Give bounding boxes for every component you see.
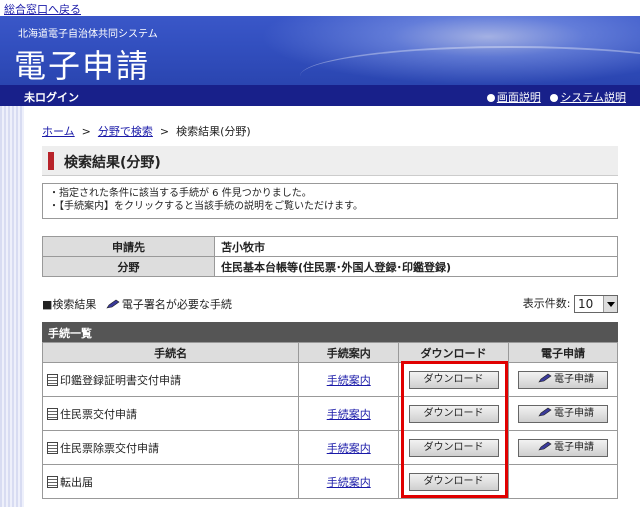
column-header-name: 手続名 <box>41 342 300 363</box>
procedure-table: 手続名 手続案内 ダウンロード 電子申請 印鑑登録証明書交付申請 手続案内 ダウ… <box>41 342 618 499</box>
apply-button[interactable]: 電子申請 <box>518 370 608 389</box>
chevron-down-icon[interactable] <box>603 296 617 312</box>
field-value: 住民基本台帳等(住民票･外国人登録･印鑑登録) <box>214 256 618 277</box>
per-page-control: 表示件数: 10 <box>523 295 618 313</box>
back-to-portal-link[interactable]: 総合窓口へ戻る <box>4 1 81 17</box>
procedure-guide-link[interactable]: 手続案内 <box>327 476 371 489</box>
bullet-icon <box>550 94 559 102</box>
column-header-guide: 手続案内 <box>298 342 400 363</box>
screen-help-link[interactable]: 画面説明 <box>497 91 541 104</box>
signature-pen-icon <box>538 441 552 450</box>
document-icon <box>47 373 58 386</box>
procedure-name: 転出届 <box>60 475 93 489</box>
apply-cell-empty <box>508 464 618 499</box>
help-links: 画面説明 システム説明 <box>481 89 626 105</box>
table-row: 印鑑登録証明書交付申請 手続案内 ダウンロード 電子申請 <box>41 362 618 397</box>
apply-button-label: 電子申請 <box>554 441 594 453</box>
signature-pen-icon <box>538 407 552 416</box>
column-header-apply: 電子申請 <box>508 342 618 363</box>
signature-pen-icon <box>106 299 120 309</box>
per-page-label: 表示件数: <box>522 297 571 310</box>
document-icon <box>47 441 58 454</box>
column-header-download: ダウンロード <box>398 342 510 363</box>
system-help-link[interactable]: システム説明 <box>560 91 626 104</box>
page-heading: 検索結果(分野) <box>42 146 618 176</box>
table-row: 住民票交付申請 手続案内 ダウンロード 電子申請 <box>41 396 618 431</box>
per-page-value: 10 <box>578 297 594 311</box>
search-conditions-table: 申請先 苫小牧市 分野 住民基本台帳等(住民票･外国人登録･印鑑登録) <box>42 236 618 277</box>
site-banner: 北海道電子自治体共同システム 電子申請 <box>0 16 640 85</box>
apply-button[interactable]: 電子申請 <box>518 438 608 457</box>
field-label: 分野 <box>42 256 215 277</box>
banner-subtitle: 北海道電子自治体共同システム <box>18 29 158 40</box>
document-icon <box>47 407 58 420</box>
apply-button-label: 電子申請 <box>554 373 594 385</box>
search-notes: ・指定された条件に該当する手続が 6 件見つかりました。 ・【手続案内】をクリッ… <box>42 183 618 219</box>
note-line: ・指定された条件に該当する手続が 6 件見つかりました。 <box>49 188 312 199</box>
per-page-select[interactable]: 10 <box>574 295 618 313</box>
procedure-name: 住民票除票交付申請 <box>60 441 159 455</box>
banner-title: 電子申請 <box>14 47 151 85</box>
signature-pen-icon <box>538 373 552 382</box>
page-title: 検索結果(分野) <box>64 155 161 171</box>
document-icon <box>47 475 58 488</box>
destination-value: 苫小牧市 <box>214 236 618 257</box>
status-bar: 未ログイン 画面説明 システム説明 <box>0 85 640 106</box>
destination-label: 申請先 <box>42 236 215 257</box>
procedure-list-title: 手続一覧 <box>42 322 618 342</box>
note-line: ・【手続案内】をクリックすると当該手続の説明をご覧いただけます。 <box>49 201 363 212</box>
procedure-guide-link[interactable]: 手続案内 <box>327 408 371 421</box>
apply-button-label: 電子申請 <box>554 407 594 419</box>
procedure-name: 住民票交付申請 <box>60 407 137 421</box>
table-row: 転出届 手続案内 ダウンロード <box>41 464 618 499</box>
bullet-icon <box>486 94 495 102</box>
breadcrumb-current: 検索結果(分野) <box>176 125 251 138</box>
table-row: 住民票除票交付申請 手続案内 ダウンロード 電子申請 <box>41 430 618 465</box>
apply-button[interactable]: 電子申請 <box>518 404 608 423</box>
procedure-guide-link[interactable]: 手続案内 <box>327 374 371 387</box>
signature-legend-text: 電子署名が必要な手続 <box>121 298 232 311</box>
breadcrumb: ホーム > 分野で検索 > 検索結果(分野) <box>42 123 251 139</box>
breadcrumb-category[interactable]: 分野で検索 <box>98 125 153 138</box>
left-decoration-stripe <box>0 106 24 507</box>
download-column-highlight <box>401 361 508 498</box>
login-status: 未ログイン <box>24 91 79 104</box>
breadcrumb-separator: > <box>159 125 170 138</box>
procedure-guide-link[interactable]: 手続案内 <box>327 442 371 455</box>
procedure-name: 印鑑登録証明書交付申請 <box>60 373 181 387</box>
results-label: ■検索結果 <box>42 298 97 311</box>
breadcrumb-separator: > <box>81 125 91 138</box>
heading-accent-bar <box>48 152 54 170</box>
breadcrumb-home[interactable]: ホーム <box>42 125 75 138</box>
legend: ■検索結果 電子署名が必要な手続 <box>42 296 232 312</box>
